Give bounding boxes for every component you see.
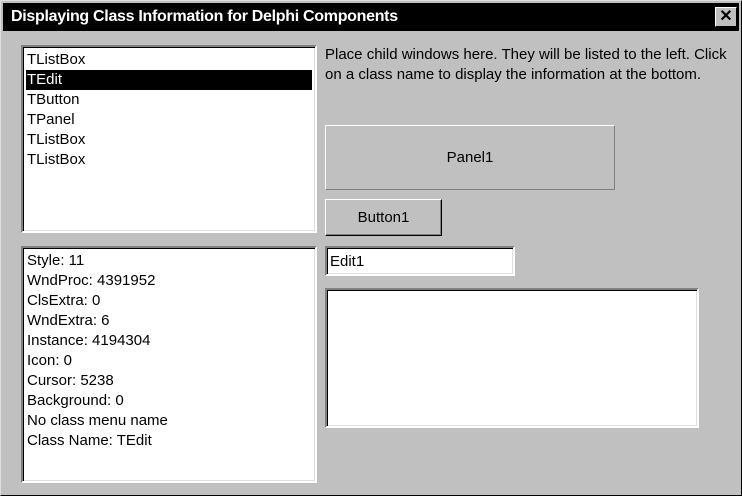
window-title: Displaying Class Information for Delphi …: [11, 8, 398, 25]
button1[interactable]: Button1: [325, 199, 442, 236]
edit1-field[interactable]: [325, 246, 515, 276]
list-item[interactable]: TPanel: [26, 110, 312, 130]
instructions-label: Place child windows here. They will be l…: [325, 46, 727, 83]
info-wndproc: WndProc: 4391952: [27, 272, 156, 289]
panel1[interactable]: Panel1: [325, 125, 615, 190]
list-item[interactable]: TButton: [26, 90, 312, 110]
title-bar[interactable]: Displaying Class Information for Delphi …: [3, 3, 739, 31]
memo-box[interactable]: [325, 288, 699, 428]
info-background: Background: 0: [27, 392, 124, 409]
info-clsextra: ClsExtra: 0: [27, 292, 101, 309]
info-style: Style: 11: [27, 252, 85, 269]
class-info-box[interactable]: Style: 11 WndProc: 4391952 ClsExtra: 0 W…: [21, 246, 317, 483]
info-instance: Instance: 4194304: [27, 332, 151, 349]
info-wndextra: WndExtra: 6: [27, 312, 110, 329]
info-menu-name: No class menu name: [27, 412, 168, 429]
close-button[interactable]: ✕: [715, 7, 737, 27]
button1-label: Button1: [357, 209, 410, 226]
close-icon: ✕: [719, 8, 733, 25]
info-icon: Icon: 0: [27, 352, 73, 369]
main-window: Displaying Class Information for Delphi …: [0, 0, 742, 496]
info-class-name: Class Name: TEdit: [27, 432, 152, 449]
list-item[interactable]: TListBox: [26, 50, 312, 70]
list-item[interactable]: TListBox: [26, 130, 312, 150]
info-cursor: Cursor: 5238: [27, 372, 114, 389]
list-item[interactable]: TListBox: [26, 150, 312, 170]
panel1-caption: Panel1: [446, 149, 494, 166]
list-item-selected[interactable]: TEdit: [26, 70, 312, 90]
class-list-box[interactable]: TListBox TEdit TButton TPanel TListBox T…: [21, 45, 317, 233]
